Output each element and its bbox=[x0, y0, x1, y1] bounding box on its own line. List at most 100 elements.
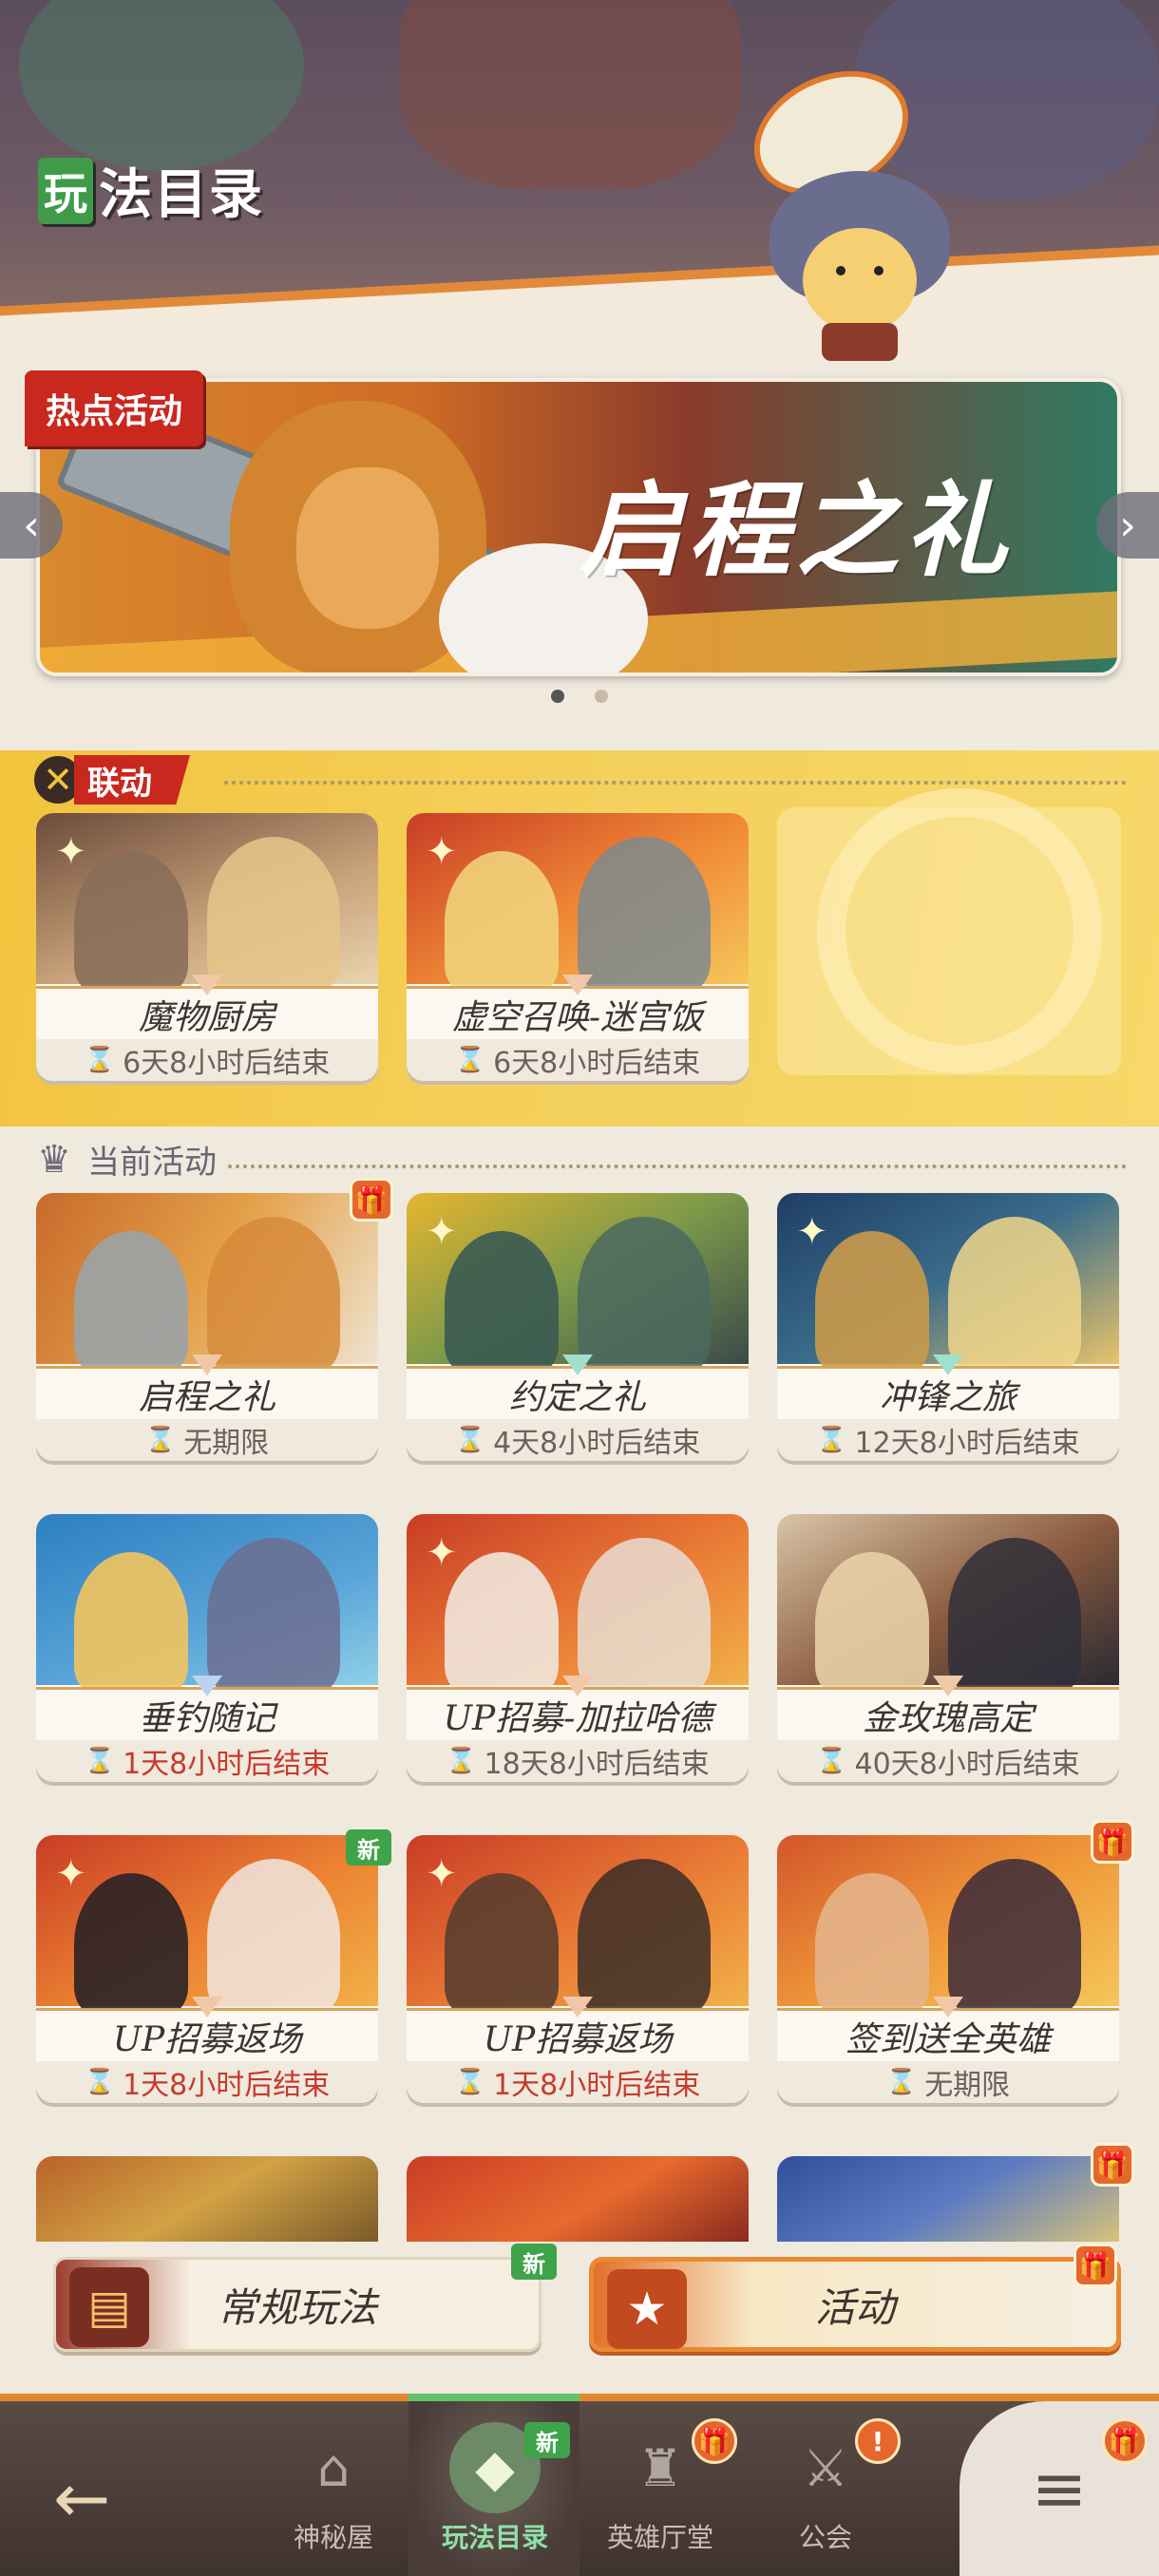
activity-card-promise-gift[interactable]: ✦ 约定之礼 ⌛ 4天8小时后结束 bbox=[407, 1193, 749, 1461]
card-art bbox=[36, 1193, 378, 1373]
bottom-nav: ← ⌂ 神秘屋 ◆ 玩法目录 ♜ 英雄厅堂 ⚔ 公会 ≡ bbox=[0, 2394, 1159, 2576]
hourglass-icon: ⌛ bbox=[84, 1747, 116, 1775]
card-art: ✦ bbox=[407, 1835, 749, 2016]
activity-card-golden-rose[interactable]: 金玫瑰高定 ⌛ 40天8小时后结束 bbox=[777, 1514, 1119, 1782]
activity-card-partial[interactable] bbox=[36, 2156, 378, 2242]
event-mask-icon: ♛ bbox=[37, 1137, 71, 1182]
activity-card-up-recruit-return-2[interactable]: ✦ UP招募返场 ⌛ 1天8小时后结束 bbox=[407, 1835, 749, 2103]
card-art bbox=[777, 1835, 1119, 2016]
mystery-house-icon: ⌂ bbox=[316, 2437, 351, 2498]
card-timer-text: 4天8小时后结束 bbox=[493, 1427, 701, 1460]
section-divider bbox=[224, 781, 1127, 785]
current-activities-header: ♛ 当前活动 bbox=[30, 1136, 217, 1183]
card-art bbox=[36, 1514, 378, 1695]
pagination-dot[interactable] bbox=[595, 690, 608, 703]
card-art: ✦ bbox=[777, 1193, 1119, 1373]
nav-label: 玩法目录 bbox=[441, 2522, 548, 2553]
gift-badge-icon: 🎁 bbox=[1102, 2418, 1148, 2464]
tab-regular-label: 常规玩法 bbox=[217, 2283, 377, 2331]
activity-card-charge-journey[interactable]: ✦ 冲锋之旅 ⌛ 12天8小时后结束 bbox=[777, 1193, 1119, 1461]
back-arrow-icon[interactable]: ← bbox=[53, 2458, 110, 2538]
card-timer-text: 6天8小时后结束 bbox=[123, 1047, 331, 1080]
hot-event-tag: 热点活动 bbox=[25, 370, 204, 446]
collab-header: ✕ 联动 bbox=[30, 752, 190, 807]
hourglass-icon: ⌛ bbox=[816, 1747, 847, 1775]
card-timer-text: 12天8小时后结束 bbox=[854, 1427, 1080, 1460]
card-timer-text: 18天8小时后结束 bbox=[484, 1748, 710, 1781]
card-timer: ⌛ 1天8小时后结束 bbox=[407, 2061, 749, 2103]
nav-label: 英雄厅堂 bbox=[606, 2522, 713, 2553]
card-art: ✦ bbox=[36, 1835, 378, 2016]
hourglass-icon: ⌛ bbox=[816, 1426, 847, 1454]
pagination-dot-active[interactable] bbox=[551, 690, 564, 703]
nav-item-mystery-house[interactable]: ⌂ 神秘屋 bbox=[262, 2420, 405, 2572]
card-timer: ⌛ 无期限 bbox=[36, 1419, 378, 1461]
activity-card-up-recruit-return-1[interactable]: ✦ UP招募返场 ⌛ 1天8小时后结束 bbox=[36, 1835, 378, 2103]
header: 玩 法目录 bbox=[0, 0, 1159, 361]
gift-badge-icon: 🎁 bbox=[692, 2418, 737, 2464]
gift-badge-icon: 🎁 bbox=[1074, 2244, 1117, 2287]
nav-label: 公会 bbox=[798, 2522, 852, 2553]
hourglass-icon: ⌛ bbox=[84, 1046, 116, 1074]
card-timer-text: 1天8小时后结束 bbox=[123, 2069, 331, 2102]
activity-card-journey-gift[interactable]: 启程之礼 ⌛ 无期限 bbox=[36, 1193, 378, 1461]
page-title-group: 玩 法目录 bbox=[38, 152, 264, 229]
banner-next-button[interactable]: › bbox=[1096, 492, 1159, 559]
tab-activity[interactable]: ★ 活动 bbox=[589, 2257, 1121, 2352]
tab-activity-label: 活动 bbox=[814, 2283, 895, 2331]
section-divider bbox=[228, 1165, 1127, 1168]
collab-label: 联动 bbox=[74, 755, 190, 805]
activity-card-checkin-all-heroes[interactable]: 签到送全英雄 ⌛ 无期限 bbox=[777, 1835, 1119, 2103]
hourglass-icon: ⌛ bbox=[885, 2068, 918, 2096]
hourglass-icon: ⌛ bbox=[84, 2068, 116, 2096]
card-timer: ⌛ 6天8小时后结束 bbox=[407, 1039, 749, 1081]
activity-card-partial[interactable] bbox=[407, 2156, 749, 2242]
new-badge: 新 bbox=[524, 2422, 570, 2458]
star-flag-icon: ★ bbox=[607, 2269, 687, 2349]
card-art: ✦ bbox=[36, 813, 378, 994]
card-timer: ⌛ 1天8小时后结束 bbox=[36, 1740, 378, 1782]
alert-badge-icon: ! bbox=[855, 2418, 901, 2464]
card-timer: ⌛ 无期限 bbox=[777, 2061, 1119, 2103]
header-art-center bbox=[399, 0, 741, 190]
banner-title: 启程之礼 bbox=[579, 471, 1013, 591]
hourglass-icon: ⌛ bbox=[144, 1426, 177, 1454]
scroll-icon: ▤ bbox=[69, 2267, 149, 2347]
page-title: 法目录 bbox=[99, 163, 264, 226]
card-timer: ⌛ 1天8小时后结束 bbox=[36, 2061, 378, 2103]
hourglass-icon: ⌛ bbox=[454, 1426, 486, 1454]
card-timer: ⌛ 18天8小时后结束 bbox=[407, 1740, 749, 1782]
nav-label: 神秘屋 bbox=[293, 2522, 373, 2553]
gift-badge-icon: 🎁 bbox=[1091, 1820, 1134, 1864]
new-badge: 新 bbox=[511, 2244, 557, 2280]
card-timer-text: 40天8小时后结束 bbox=[854, 1748, 1080, 1781]
header-art-creature bbox=[19, 0, 304, 171]
card-timer: ⌛ 12天8小时后结束 bbox=[777, 1419, 1119, 1461]
card-art bbox=[777, 1514, 1119, 1695]
card-art: ✦ bbox=[407, 1514, 749, 1695]
activity-card-up-recruit-galahad[interactable]: ✦ UP招募-加拉哈德 ⌛ 18天8小时后结束 bbox=[407, 1514, 749, 1782]
card-timer: ⌛ 6天8小时后结束 bbox=[36, 1039, 378, 1081]
card-timer-text: 无期限 bbox=[183, 1427, 270, 1460]
hourglass-icon: ⌛ bbox=[446, 1747, 477, 1775]
mascot-image bbox=[733, 47, 969, 361]
activity-card-partial[interactable] bbox=[777, 2156, 1119, 2242]
card-timer-text: 1天8小时后结束 bbox=[493, 2069, 701, 2102]
activity-card-fishing-notes[interactable]: 垂钓随记 ⌛ 1天8小时后结束 bbox=[36, 1514, 378, 1782]
hourglass-icon: ⌛ bbox=[454, 1046, 486, 1074]
new-badge: 新 bbox=[346, 1829, 391, 1866]
collab-card-monster-kitchen[interactable]: ✦ 魔物厨房 ⌛ 6天8小时后结束 bbox=[36, 813, 378, 1081]
collab-card-void-summon[interactable]: ✦ 虚空召唤-迷宫饭 ⌛ 6天8小时后结束 bbox=[407, 813, 749, 1081]
card-timer-text: 1天8小时后结束 bbox=[123, 1748, 331, 1781]
banner-pagination bbox=[0, 690, 1159, 703]
hourglass-icon: ⌛ bbox=[454, 2068, 486, 2096]
current-activities-label: 当前活动 bbox=[87, 1144, 217, 1182]
gift-badge-icon: 🎁 bbox=[350, 1178, 393, 1222]
card-timer-text: 无期限 bbox=[924, 2069, 1011, 2102]
card-timer: ⌛ 4天8小时后结束 bbox=[407, 1419, 749, 1461]
header-band bbox=[0, 252, 1159, 361]
title-icon: 玩 bbox=[38, 157, 93, 224]
card-timer-text: 6天8小时后结束 bbox=[493, 1047, 701, 1080]
card-art: ✦ bbox=[407, 1193, 749, 1373]
tab-regular-play[interactable]: ▤ 常规玩法 bbox=[53, 2257, 542, 2352]
